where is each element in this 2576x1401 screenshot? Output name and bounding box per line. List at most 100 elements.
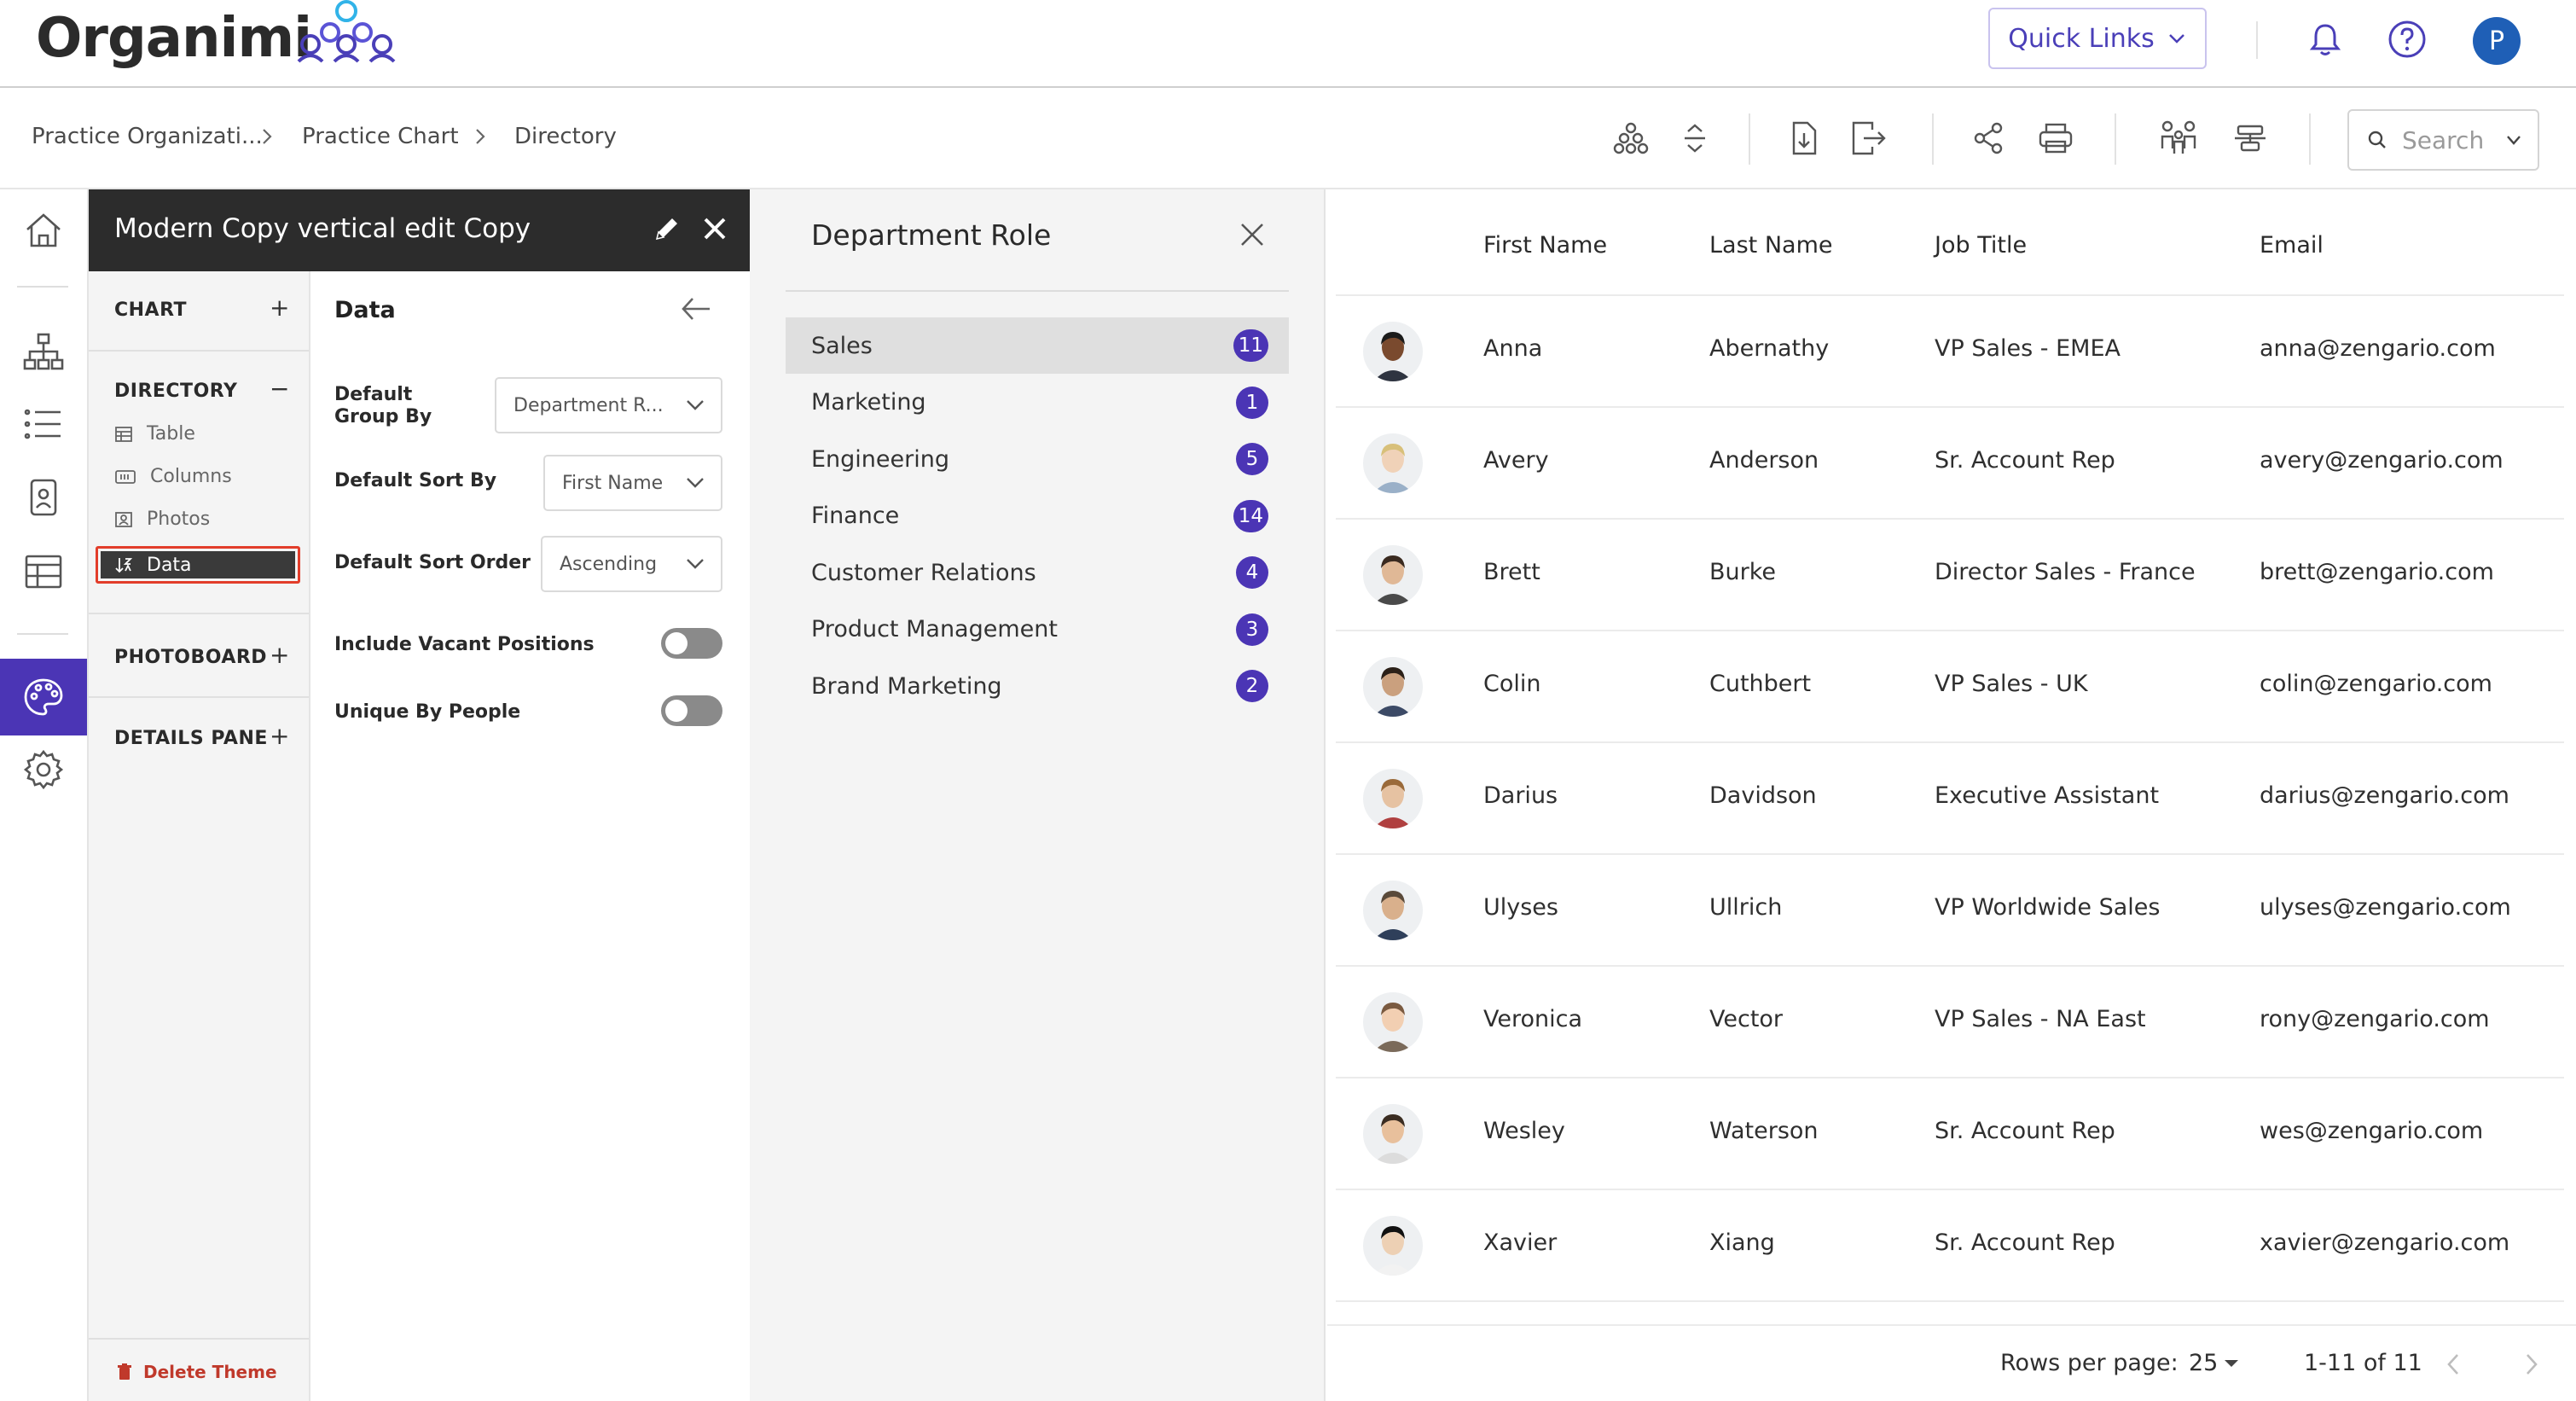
table-row[interactable]: Ulyses Ullrich VP Worldwide Sales ulyses@ze…	[1336, 853, 2564, 965]
sort-order-value: Ascending	[560, 553, 658, 575]
sort-by-select[interactable]: First Name	[543, 455, 722, 511]
department-item[interactable]: Brand Marketing 2	[786, 658, 1289, 714]
pagination-range: 1-11 of 11	[2304, 1350, 2422, 1376]
breadcrumb-item-organization[interactable]: Practice Organizati...	[32, 124, 263, 149]
list-icon[interactable]	[0, 386, 87, 462]
rows-per-page-select[interactable]: 25	[2189, 1350, 2240, 1376]
avatar	[1363, 433, 1423, 493]
table-row[interactable]: Avery Anderson Sr. Account Rep avery@zengar…	[1336, 406, 2564, 518]
vacant-positions-label: Include Vacant Positions	[334, 634, 595, 655]
bell-icon[interactable]	[2303, 17, 2347, 61]
left-rail	[0, 189, 89, 1401]
department-item[interactable]: Customer Relations 4	[786, 544, 1289, 601]
export-icon[interactable]	[1848, 117, 1890, 160]
toolbar-divider	[1749, 113, 1750, 165]
org-chart-icon[interactable]	[0, 313, 87, 390]
department-item[interactable]: Product Management 3	[786, 602, 1289, 658]
department-name: Finance	[811, 503, 900, 529]
cell-title: VP Sales - UK	[1935, 671, 2088, 697]
user-avatar[interactable]: P	[2473, 17, 2521, 65]
cell-first: Brett	[1483, 559, 1540, 585]
vacant-positions-toggle[interactable]	[661, 628, 722, 659]
share-icon[interactable]	[1967, 117, 2010, 160]
column-header-first-name[interactable]: First Name	[1483, 232, 1607, 259]
arrow-left-icon[interactable]	[679, 294, 713, 324]
chevron-right-icon	[258, 125, 276, 148]
department-item[interactable]: Marketing 1	[786, 375, 1289, 431]
gear-icon[interactable]	[0, 731, 87, 808]
photo-icon	[115, 511, 132, 527]
close-icon[interactable]	[699, 213, 730, 244]
quick-links-label: Quick Links	[2008, 23, 2155, 54]
close-icon[interactable]	[1238, 220, 1267, 249]
caret-down-icon[interactable]	[2506, 134, 2521, 146]
org-chart-icon[interactable]	[1610, 117, 1652, 160]
quick-links-button[interactable]: Quick Links	[1988, 8, 2207, 69]
column-header-job-title[interactable]: Job Title	[1935, 232, 2027, 259]
section-directory[interactable]: DIRECTORY	[114, 381, 237, 402]
people-icon[interactable]	[2157, 117, 2200, 160]
toolbar-divider	[2309, 113, 2311, 165]
chevron-right-icon[interactable]	[2521, 1352, 2542, 1377]
breadcrumb-item-chart[interactable]: Practice Chart	[302, 124, 459, 149]
department-item[interactable]: Engineering 5	[786, 431, 1289, 487]
table-row[interactable]: Anna Abernathy VP Sales - EMEA anna@zengari…	[1336, 294, 2564, 406]
table-row[interactable]: Darius Davidson Executive Assistant darius@…	[1336, 741, 2564, 853]
print-icon[interactable]	[2034, 117, 2077, 160]
help-icon[interactable]	[2385, 17, 2429, 61]
table-row[interactable]: Brett Burke Director Sales - France brett@z…	[1336, 518, 2564, 630]
cell-email: xavier@zengario.com	[2260, 1230, 2510, 1256]
cell-last: Xiang	[1709, 1230, 1775, 1256]
import-icon[interactable]	[1783, 117, 1825, 160]
department-item[interactable]: Finance 14	[786, 488, 1289, 544]
minus-icon[interactable]: −	[270, 377, 289, 401]
plus-icon[interactable]: +	[270, 643, 289, 667]
breadcrumb-toolbar: Practice Organizati... Practice Chart Di…	[0, 90, 2576, 189]
section-chart[interactable]: CHART	[114, 299, 187, 321]
settings-title: Data	[334, 297, 396, 323]
expand-collapse-icon[interactable]	[1674, 117, 1716, 160]
department-name: Brand Marketing	[811, 672, 1002, 700]
align-icon[interactable]	[2229, 117, 2271, 160]
column-header-email[interactable]: Email	[2260, 232, 2324, 259]
department-name: Customer Relations	[811, 559, 1036, 586]
table-row[interactable]: Veronica Vector VP Sales - NA East rony@zen…	[1336, 965, 2564, 1077]
plus-icon[interactable]: +	[270, 296, 289, 320]
app-logo-text[interactable]: Organimi	[36, 7, 312, 70]
section-details-pane[interactable]: DETAILS PANE	[114, 728, 268, 749]
sub-item-photos[interactable]: Photos	[114, 509, 210, 530]
cell-title: Sr. Account Rep	[1935, 1230, 2115, 1256]
sub-item-data[interactable]: Data	[96, 546, 300, 584]
unique-people-label: Unique By People	[334, 701, 521, 723]
cell-title: VP Sales - EMEA	[1935, 335, 2121, 362]
table-row[interactable]: Wesley Waterson Sr. Account Rep wes@zengari…	[1336, 1077, 2564, 1189]
avatar	[1363, 992, 1423, 1052]
table-icon[interactable]	[0, 533, 87, 610]
profile-card-icon[interactable]	[0, 459, 87, 536]
chevron-down-icon	[2167, 28, 2187, 49]
sub-item-data-highlight: Data	[101, 551, 295, 578]
sort-order-select[interactable]: Ascending	[541, 536, 722, 592]
column-header-last-name[interactable]: Last Name	[1709, 232, 1832, 259]
department-item[interactable]: Sales 11	[786, 317, 1289, 374]
cell-first: Veronica	[1483, 1006, 1583, 1032]
group-by-label: Default Group By	[334, 384, 432, 427]
sub-item-table[interactable]: Table	[114, 423, 195, 445]
home-icon[interactable]	[0, 192, 87, 269]
unique-people-toggle[interactable]	[661, 695, 722, 726]
table-row[interactable]: Xavier Xiang Sr. Account Rep xavier@zengari…	[1336, 1189, 2564, 1300]
group-by-select[interactable]: Department R...	[495, 377, 722, 433]
section-photoboard[interactable]: PHOTOBOARD	[114, 647, 267, 668]
sub-item-columns[interactable]: Columns	[114, 466, 232, 487]
palette-icon[interactable]	[0, 659, 87, 735]
plus-icon[interactable]: +	[270, 724, 289, 748]
search-box[interactable]: Search	[2347, 109, 2539, 171]
table-row[interactable]: Colin Cuthbert VP Sales - UK colin@zengario…	[1336, 630, 2564, 741]
trash-icon	[118, 1363, 131, 1380]
delete-theme-button[interactable]: Delete Theme	[118, 1362, 277, 1382]
toolbar-divider	[2115, 113, 2116, 165]
chevron-left-icon[interactable]	[2443, 1352, 2463, 1377]
pencil-icon[interactable]	[652, 213, 682, 244]
chevron-right-icon	[472, 125, 489, 148]
breadcrumb-item-directory[interactable]: Directory	[514, 124, 617, 149]
